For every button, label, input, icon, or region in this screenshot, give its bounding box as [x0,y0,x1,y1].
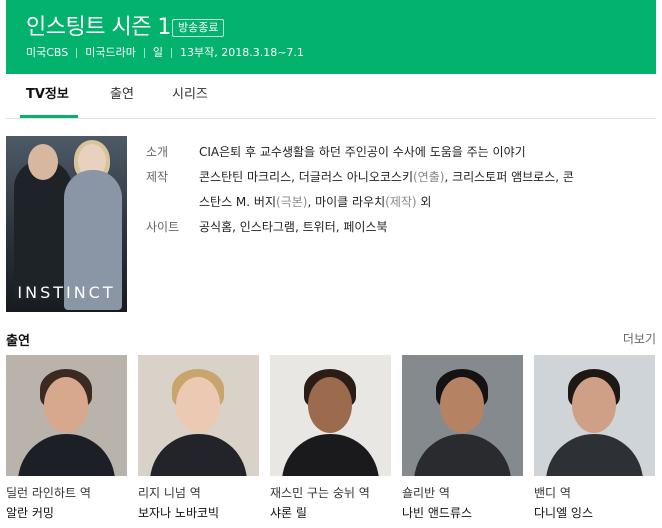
cast-role: 딜런 라인하트 역 [6,486,91,500]
meta-genre[interactable]: 미국드라마 [85,46,136,60]
production-names[interactable]: 콘스탄틴 마크리스, 더글러스 아니오코스키 [199,170,413,184]
poster-image[interactable]: INSTINCT [6,136,127,312]
info-row-production: 제작 콘스탄틴 마크리스, 더글러스 아니오코스키(연출), 크리스토퍼 앰브로… [146,165,656,215]
poster-logo: INSTINCT [17,283,116,302]
meta-channel[interactable]: 미국CBS [26,46,68,60]
tab-series[interactable]: 시리즈 [172,86,208,104]
meta-episodes-dates: 13부작, 2018.3.18~7.1 [180,46,304,59]
cast-card[interactable]: 리지 니넘 역 보자나 노바코빅 [138,355,259,520]
photo-shoulders [150,434,247,476]
tab-cast[interactable]: 출연 [110,86,134,104]
cast-photo[interactable] [534,355,655,476]
tab-tv-info[interactable]: TV정보 [26,86,69,104]
program-meta: 미국CBS 미국드라마 일 13부작, 2018.3.18~7.1 [26,46,304,60]
cast-card[interactable]: 재스민 구는 숭뉘 역 샤론 릴 [270,355,391,520]
production-etc: 외 [416,195,432,209]
cast-photo[interactable] [270,355,391,476]
status-badge: 방송종료 [172,19,225,37]
photo-shoulders [282,434,379,476]
cast-role: 숄리반 역 [402,486,450,500]
photo-face [572,377,616,433]
production-label: 제작 [146,170,169,184]
page-title: 인스팅트 시즌 1 [26,15,171,40]
photo-shoulders [18,434,115,476]
cast-card[interactable]: 밴디 역 다니엘 잉스 [534,355,655,520]
cast-role: 밴디 역 [534,486,571,500]
intro-label: 소개 [146,145,169,159]
photo-face [308,377,352,433]
production-names[interactable]: , 크리스토퍼 앰브로스, 콘 [444,170,573,184]
production-value: 콘스탄틴 마크리스, 더글러스 아니오코스키(연출), 크리스토퍼 앰브로스, … [199,165,656,215]
poster-head-man [28,144,58,180]
cast-role: 재스민 구는 숭뉘 역 [270,486,370,500]
cast-actor-name[interactable]: 알란 커밍 [6,505,54,521]
production-names[interactable]: 스탄스 M. 버지 [199,195,276,209]
production-names[interactable]: , 마이클 라우치 [307,195,385,209]
cast-actor-name[interactable]: 보자나 노바코빅 [138,505,219,521]
cast-actor-name[interactable]: 나빈 앤드류스 [402,505,472,521]
site-label: 사이트 [146,220,180,234]
photo-face [176,377,220,433]
site-separator: , [232,220,240,234]
cast-card[interactable]: 딜런 라인하트 역 알란 커밍 [6,355,127,520]
meta-day: 일 [152,46,163,59]
program-info: 소개 CIA은퇴 후 교수생활을 하던 주인공이 수사에 도움을 주는 이야기 … [146,140,656,240]
production-role: (극본) [276,195,308,209]
site-links: 공식홈, 인스타그램, 트위터, 페이스북 [199,215,656,240]
meta-divider [171,48,172,58]
info-row-intro: 소개 CIA은퇴 후 교수생활을 하던 주인공이 수사에 도움을 주는 이야기 [146,140,656,165]
cast-section-header: 출연 더보기 [6,330,656,350]
active-tab-indicator [20,115,78,118]
production-role: (제작) [385,195,417,209]
meta-divider [143,48,145,58]
photo-face [44,377,88,433]
site-link-official[interactable]: 공식홈 [199,220,232,234]
site-link-instagram[interactable]: 인스타그램 [240,220,295,234]
cast-card[interactable]: 숄리반 역 나빈 앤드류스 [402,355,523,520]
site-separator: , [294,220,303,234]
cast-title: 출연 [6,334,30,349]
title-header: 인스팅트 시즌 1 방송종료 미국CBS 미국드라마 일 13부작, 2018.… [6,0,656,74]
photo-face [440,377,484,433]
photo-shoulders [546,434,643,476]
cast-actor-name[interactable]: 다니엘 잉스 [534,505,593,521]
cast-photo[interactable] [402,355,523,476]
meta-divider [76,48,78,58]
cast-actor-name[interactable]: 샤론 릴 [270,505,307,521]
more-link[interactable]: 더보기 [623,330,656,347]
production-role: (연출) [412,170,445,184]
photo-shoulders [414,434,511,476]
cast-photo[interactable] [138,355,259,476]
cast-role: 리지 니넘 역 [138,486,201,500]
site-link-twitter[interactable]: 트위터 [303,220,336,234]
site-link-facebook[interactable]: 페이스북 [343,220,387,234]
intro-value: CIA은퇴 후 교수생활을 하던 주인공이 수사에 도움을 주는 이야기 [199,145,526,159]
cast-photo[interactable] [6,355,127,476]
tab-bar: TV정보 출연 시리즈 [6,74,656,119]
info-row-site: 사이트 공식홈, 인스타그램, 트위터, 페이스북 [146,215,656,240]
